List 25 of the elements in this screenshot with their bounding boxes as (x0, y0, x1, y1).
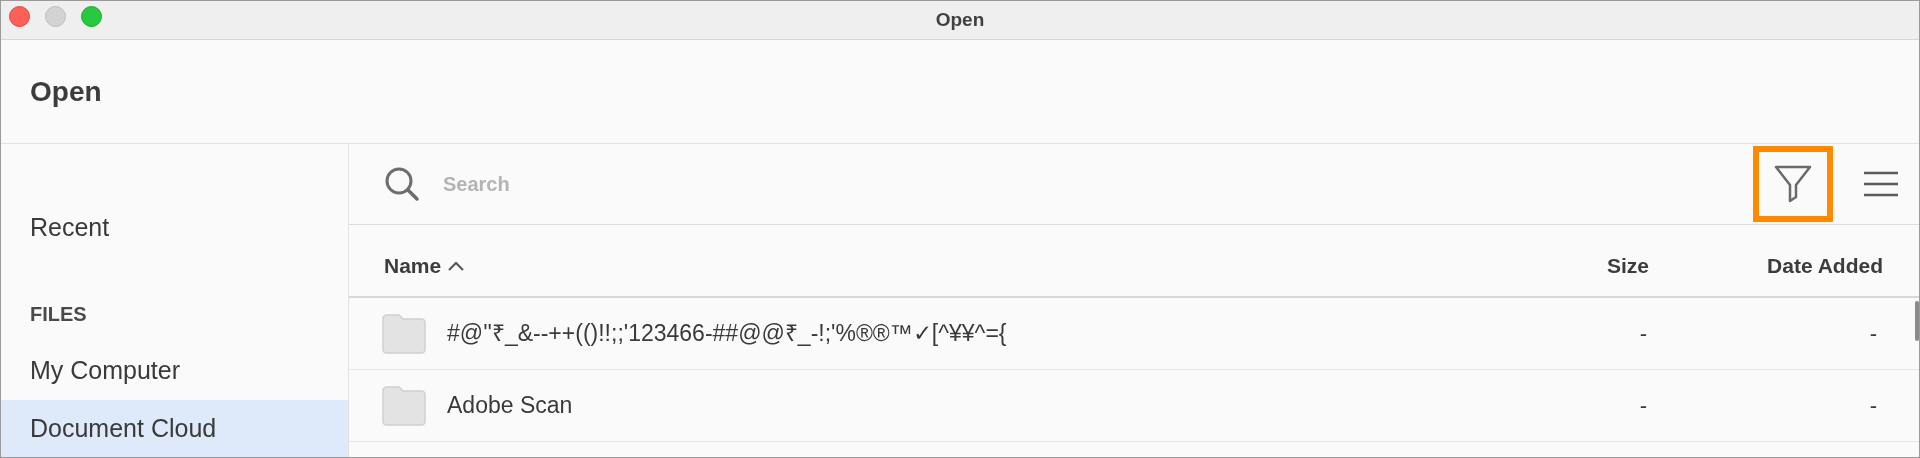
file-name[interactable]: #@''₹_&--++(()!!;;'123466-##@@₹_-!;'%®®™✓[^¥¥^={ (447, 316, 1007, 351)
folder-icon (381, 384, 427, 427)
column-header[interactable]: Size (1606, 249, 1649, 282)
column-header[interactable]: Date Added (1767, 249, 1883, 282)
folder-icon (381, 312, 427, 355)
sidebar-item[interactable]: Recent (1, 199, 348, 257)
section-heading: FILES (29, 301, 88, 327)
date-cell: - (1869, 393, 1877, 418)
filter-button[interactable] (1753, 146, 1833, 222)
zoom-button[interactable] (81, 6, 102, 27)
filter-icon (1773, 163, 1813, 205)
menu-icon[interactable] (1863, 170, 1899, 198)
search-icon (383, 165, 421, 203)
date-cell: - (1869, 321, 1877, 346)
file-name[interactable]: Adobe Scan (447, 388, 573, 423)
sidebar-item[interactable]: Document Cloud (1, 399, 348, 457)
window-title: Open (935, 7, 985, 32)
sidebar-item[interactable]: My Computer (1, 342, 348, 400)
dialog-title: Open (30, 74, 102, 109)
column-header[interactable]: Name (384, 249, 442, 282)
scrollbar-thumb[interactable] (1915, 301, 1919, 341)
size-cell: - (1639, 393, 1647, 418)
close-button[interactable] (9, 6, 30, 27)
search-field[interactable]: Search (443, 169, 1753, 199)
size-cell: - (1639, 321, 1647, 346)
